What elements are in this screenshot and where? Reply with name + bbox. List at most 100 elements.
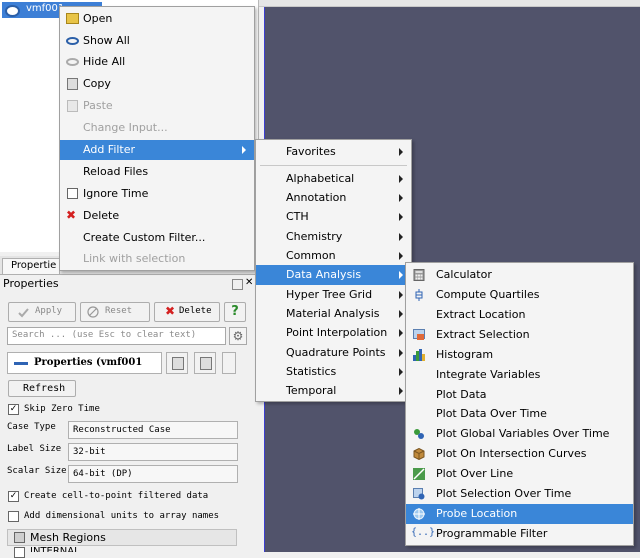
apply-label: Apply [35, 306, 63, 316]
filter-category-data-analysis[interactable]: Data Analysis [256, 265, 411, 285]
filter-category-label: Annotation [286, 191, 347, 204]
filter-category-label: Point Interpolation [286, 326, 388, 339]
filter-category-alphabetical[interactable]: Alphabetical [256, 169, 411, 189]
menu-item-reload-files[interactable]: Reload Files [60, 162, 254, 182]
submenu-arrow-icon [399, 329, 403, 337]
reset-button[interactable]: Reset [80, 302, 150, 322]
add-units-label: Add dimensional units to array names [24, 511, 220, 521]
filter-extract-location[interactable]: Extract Location [406, 305, 633, 325]
float-panel-icon[interactable] [232, 279, 243, 290]
filter-category-annotation[interactable]: Annotation [256, 188, 411, 208]
add-units-checkbox[interactable] [8, 511, 19, 522]
menu-item-create-custom-filter[interactable]: Create Custom Filter... [60, 228, 254, 248]
delete-button[interactable]: ✖ Delete [154, 302, 220, 322]
copy-icon [172, 357, 184, 370]
case-type-select[interactable]: Reconstructed Case [68, 421, 238, 439]
filter-category-label: Data Analysis [286, 268, 362, 281]
filter-plot-over-line[interactable]: Plot Over Line [406, 464, 633, 484]
filter-plot-selection-over-time[interactable]: Plot Selection Over Time [406, 484, 633, 504]
menu-item-change-input-label: Change Input... [83, 121, 168, 134]
menu-item-hide-all-label: Hide All [83, 55, 126, 68]
search-input[interactable]: Search ... (use Esc to clear text) [7, 327, 226, 345]
filter-plot-on-intersection-curves[interactable]: Plot On Intersection Curves [406, 444, 633, 464]
scalar-size-label: Scalar Size [7, 466, 67, 476]
help-button[interactable]: ? [224, 302, 246, 322]
label-size-select[interactable]: 32-bit [68, 443, 238, 461]
filter-category-temporal[interactable]: Temporal [256, 381, 411, 401]
eye-icon[interactable] [5, 5, 20, 17]
filter-category-label: Favorites [286, 145, 336, 158]
menu-item-ignore-time[interactable]: Ignore Time [60, 184, 254, 204]
filter-category-chemistry[interactable]: Chemistry [256, 227, 411, 247]
menu-item-show-all[interactable]: Show All [60, 31, 254, 51]
menu-item-delete-label: Delete [83, 209, 120, 222]
filter-category-statistics[interactable]: Statistics [256, 362, 411, 382]
menu-item-open[interactable]: Open [60, 9, 254, 29]
filter-category-material-analysis[interactable]: Material Analysis [256, 304, 411, 324]
reload-properties-button[interactable] [222, 352, 236, 374]
menu-item-paste[interactable]: Paste [60, 96, 254, 116]
gear-icon[interactable]: ⚙ [229, 327, 247, 345]
menu-item-change-input[interactable]: Change Input... [60, 118, 254, 138]
menu-item-link-with-selection[interactable]: Link with selection [60, 249, 254, 269]
filter-compute-quartiles[interactable]: Compute Quartiles [406, 285, 633, 305]
menu-item-ignore-time-label: Ignore Time [83, 187, 149, 200]
create-cell-to-point-checkbox[interactable]: ✓ [8, 491, 19, 502]
scalar-size-select[interactable]: 64-bit (DP) [68, 465, 238, 483]
filter-label: Plot Data Over Time [436, 407, 547, 420]
apply-button[interactable]: Apply [8, 302, 76, 322]
eye-icon [66, 37, 79, 45]
submenu-arrow-icon [399, 368, 403, 376]
probe-icon [413, 508, 425, 520]
filter-category-quadrature-points[interactable]: Quadrature Points [256, 343, 411, 363]
menu-item-delete[interactable]: ✖ Delete [60, 206, 254, 226]
refresh-button[interactable]: Refresh [8, 380, 76, 397]
filter-histogram[interactable]: Histogram [406, 345, 633, 365]
refresh-label: Refresh [23, 383, 66, 394]
filter-plot-data[interactable]: Plot Data [406, 385, 633, 405]
close-panel-icon[interactable]: ✕ [245, 277, 253, 288]
filter-label: Histogram [436, 348, 494, 361]
filter-extract-selection[interactable]: Extract Selection [406, 325, 633, 345]
filter-programmable-filter[interactable]: {..} Programmable Filter [406, 524, 633, 544]
filter-category-common[interactable]: Common [256, 246, 411, 266]
quartiles-icon [415, 289, 423, 301]
reset-label: Reset [105, 306, 133, 316]
filter-plot-global-variables-over-time[interactable]: Plot Global Variables Over Time [406, 424, 633, 444]
filter-probe-location[interactable]: Probe Location [406, 504, 633, 524]
skip-zero-time-label: Skip Zero Time [24, 404, 100, 414]
delete-x-icon: ✖ [165, 304, 176, 318]
filter-label: Compute Quartiles [436, 288, 540, 301]
ignore-time-checkbox[interactable] [67, 188, 78, 199]
filter-integrate-variables[interactable]: Integrate Variables [406, 365, 633, 385]
filter-calculator[interactable]: Calculator [406, 265, 633, 285]
plot-selection-icon [413, 488, 425, 500]
menu-item-link-with-selection-label: Link with selection [83, 252, 186, 265]
data-analysis-submenu: Calculator Compute Quartiles Extract Loc… [405, 262, 634, 546]
properties-section-label: Properties (vmf001 [34, 357, 143, 368]
menu-item-open-label: Open [83, 12, 113, 25]
filter-plot-data-over-time[interactable]: Plot Data Over Time [406, 404, 633, 424]
histogram-icon [413, 349, 425, 361]
filter-category-hyper-tree-grid[interactable]: Hyper Tree Grid [256, 285, 411, 305]
delete-x-icon: ✖ [66, 208, 77, 222]
menu-item-add-filter[interactable]: Add Filter [60, 140, 254, 160]
copy-properties-button[interactable] [166, 352, 188, 374]
skip-zero-time-checkbox[interactable]: ✓ [8, 404, 19, 415]
menu-item-hide-all[interactable]: Hide All [60, 52, 254, 72]
filter-category-cth[interactable]: CTH [256, 207, 411, 227]
paste-icon [67, 100, 78, 112]
properties-section-header[interactable]: Properties (vmf001 [7, 352, 162, 374]
menu-item-copy[interactable]: Copy [60, 74, 254, 94]
copy-icon [67, 78, 78, 90]
submenu-arrow-icon [399, 175, 403, 183]
create-cell-to-point-label: Create cell-to-point filtered data [24, 491, 209, 501]
folder-icon [66, 13, 79, 24]
filter-category-point-interpolation[interactable]: Point Interpolation [256, 323, 411, 343]
filter-category-label: Chemistry [286, 230, 343, 243]
mesh-internal-checkbox[interactable] [14, 547, 25, 558]
paste-properties-button[interactable] [194, 352, 216, 374]
filter-category-favorites[interactable]: Favorites [256, 142, 411, 162]
tab-properties[interactable]: Propertie [2, 258, 60, 274]
mesh-regions-checkbox[interactable] [14, 532, 25, 543]
